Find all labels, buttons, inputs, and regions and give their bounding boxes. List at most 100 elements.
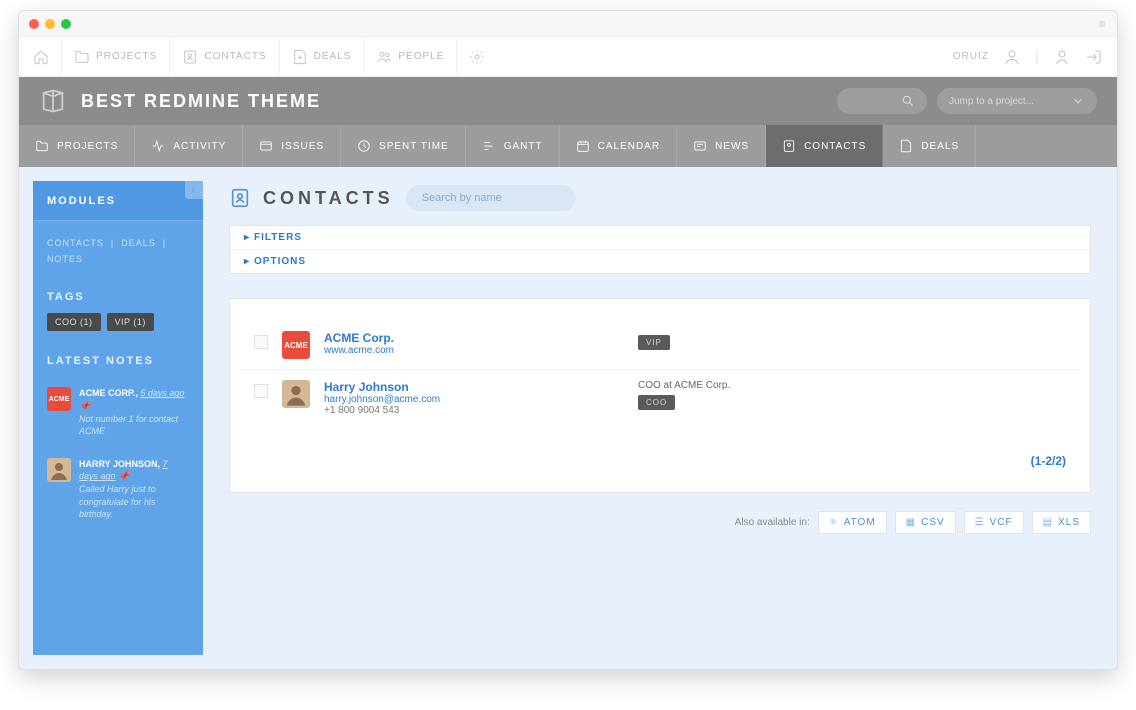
export-icon: ▦ (906, 517, 916, 528)
nav-projects[interactable]: PROJECTS (61, 37, 169, 76)
tag-coo[interactable]: COO (1) (47, 313, 101, 331)
sidebar-link-contacts[interactable]: CONTACTS (47, 238, 104, 248)
page-header: CONTACTS Search by name (229, 185, 1091, 211)
app-window: ≡ PROJECTS CONTACTS DEALS PEOPLE ORUIZ | (18, 10, 1118, 670)
pin-icon: 📌 (79, 401, 90, 411)
project-banner: BEST REDMINE THEME Jump to a project... (19, 77, 1117, 125)
nav-deals[interactable]: DEALS (279, 37, 364, 76)
export-xls-button[interactable]: ▤ XLS (1032, 511, 1091, 534)
tag-vip[interactable]: VIP (1) (107, 313, 154, 331)
contact-name[interactable]: ACME Corp. (324, 331, 624, 345)
window-close-icon[interactable] (29, 19, 39, 29)
tab-icon (576, 139, 590, 153)
sidebar-modules-header: MODULES ‹ (33, 181, 203, 221)
pager-status: (1-2/2) (240, 426, 1080, 482)
window-maximize-icon[interactable] (61, 19, 71, 29)
nav-contacts[interactable]: CONTACTS (169, 37, 278, 76)
sidebar-tags: COO (1) VIP (1) (33, 313, 203, 345)
avatar (282, 380, 310, 408)
sidebar-modules-label: MODULES (47, 195, 116, 207)
banner-search[interactable] (837, 88, 927, 114)
nav-people[interactable]: PEOPLE (363, 37, 456, 76)
contact-role: COO at ACME Corp. (638, 380, 1066, 391)
export-atom-button[interactable]: ⚛ATOM (818, 511, 887, 534)
nav-projects-label: PROJECTS (96, 51, 157, 62)
tab-icon (693, 139, 707, 153)
tab-label: PROJECTS (57, 141, 118, 152)
export-label: XLS (1058, 517, 1080, 528)
hamburger-icon[interactable]: ≡ (1099, 17, 1107, 31)
note-author: HARRY JOHNSON, (79, 459, 160, 469)
export-icon: ▤ (1043, 517, 1053, 528)
main-panel: CONTACTS Search by name ▸ FILTERS ▸ OPTI… (203, 167, 1117, 669)
tab-icon (899, 139, 913, 153)
export-bar: Also available in: ⚛ATOM ▦ CSV ☰VCF ▤ XLS (229, 511, 1091, 534)
caret-right-icon: ▸ (244, 232, 250, 243)
export-csv-button[interactable]: ▦ CSV (895, 511, 956, 534)
filters-toggle[interactable]: ▸ FILTERS (230, 226, 1090, 249)
sidebar-module-links: CONTACTS | DEALS |NOTES (33, 221, 203, 281)
contacts-icon (182, 49, 198, 65)
people-icon (376, 49, 392, 65)
tab-activity[interactable]: ACTIVITY (135, 125, 243, 167)
tab-contacts[interactable]: CONTACTS (766, 125, 883, 167)
tab-calendar[interactable]: CALENDAR (560, 125, 677, 167)
tab-label: DEALS (921, 141, 959, 152)
contact-sub[interactable]: harry.johnson@acme.com (324, 394, 624, 405)
export-label: CSV (921, 517, 945, 528)
tab-news[interactable]: NEWS (677, 125, 766, 167)
row-checkbox[interactable] (254, 384, 268, 398)
tab-label: CONTACTS (804, 141, 866, 152)
tab-gantt[interactable]: GANTT (466, 125, 560, 167)
export-label: VCF (990, 517, 1013, 528)
account-icon[interactable] (1053, 48, 1071, 66)
tab-projects[interactable]: PROJECTS (19, 125, 135, 167)
nav-settings[interactable] (456, 37, 497, 76)
tab-deals[interactable]: DEALS (883, 125, 976, 167)
gear-icon (469, 49, 485, 65)
options-toggle[interactable]: ▸ OPTIONS (230, 249, 1090, 273)
tab-issues[interactable]: ISSUES (243, 125, 341, 167)
export-vcf-button[interactable]: ☰VCF (964, 511, 1024, 534)
tab-label: ISSUES (281, 141, 324, 152)
row-checkbox[interactable] (254, 335, 268, 349)
project-tabs: PROJECTS ACTIVITY ISSUES SPENT TIME GANTT CAL… (19, 125, 1117, 167)
nav-home[interactable] (33, 37, 61, 76)
sidebar-link-notes[interactable]: NOTES (47, 254, 83, 264)
avatar (47, 458, 71, 482)
sidebar-note[interactable]: HARRY JOHNSON, 7 days ago 📌Called Harry … (33, 448, 203, 531)
project-jump-select[interactable]: Jump to a project... (937, 88, 1097, 114)
window-minimize-icon[interactable] (45, 19, 55, 29)
project-title: BEST REDMINE THEME (81, 91, 321, 112)
contact-badge: VIP (638, 335, 670, 350)
contacts-header-icon (229, 187, 251, 209)
tab-icon (35, 139, 49, 153)
sidebar-tags-label: TAGS (33, 281, 203, 313)
note-text: Not number 1 for contact ACME (79, 414, 178, 437)
export-icon: ⚛ (829, 517, 839, 528)
sidebar-link-deals[interactable]: DEALS (121, 238, 156, 248)
content-area: MODULES ‹ CONTACTS | DEALS |NOTES TAGS C… (19, 167, 1117, 669)
user-icon[interactable] (1003, 48, 1021, 66)
tab-icon (357, 139, 371, 153)
tab-label: ACTIVITY (173, 141, 226, 152)
chevron-down-icon (1071, 94, 1085, 108)
nav-people-label: PEOPLE (398, 51, 444, 62)
nav-contacts-label: CONTACTS (204, 51, 266, 62)
contacts-search-input[interactable]: Search by name (406, 185, 576, 211)
avatar: ACME (47, 387, 71, 411)
tab-label: GANTT (504, 141, 543, 152)
tab-spent-time[interactable]: SPENT TIME (341, 125, 466, 167)
pin-icon: 📌 (118, 471, 129, 481)
contact-sub[interactable]: www.acme.com (324, 345, 624, 356)
tab-label: SPENT TIME (379, 141, 449, 152)
sidebar-latest-notes-label: LATEST NOTES (33, 345, 203, 377)
contact-name[interactable]: Harry Johnson (324, 380, 624, 394)
export-also-label: Also available in: (735, 517, 810, 528)
sidebar-collapse-button[interactable]: ‹ (185, 181, 203, 199)
home-icon (33, 49, 49, 65)
sidebar-note[interactable]: ACMEACME CORP., 5 days ago 📌Not number 1… (33, 377, 203, 447)
note-text: Called Harry just to congratulate for hi… (79, 484, 156, 519)
note-time: 5 days ago (140, 388, 184, 398)
logout-icon[interactable] (1085, 48, 1103, 66)
